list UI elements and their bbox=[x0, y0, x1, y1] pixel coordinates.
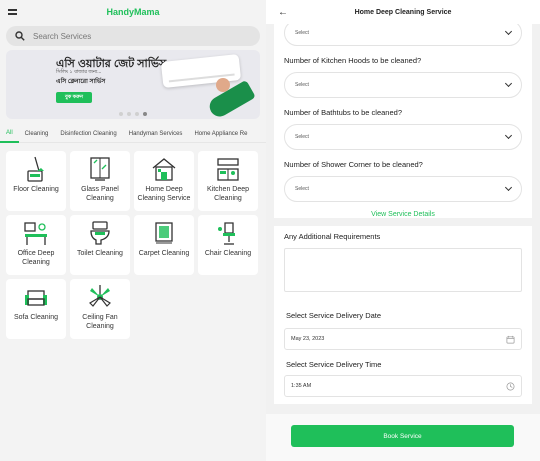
carousel-dot[interactable] bbox=[127, 112, 131, 116]
chevron-down-icon bbox=[504, 27, 513, 36]
delivery-time-field[interactable]: 1:35 AM bbox=[284, 375, 522, 397]
requirements-card: Any Additional Requirements Select Servi… bbox=[274, 226, 532, 404]
service-label: Floor Cleaning bbox=[13, 186, 59, 193]
house-icon bbox=[152, 158, 176, 181]
chevron-down-icon bbox=[504, 131, 513, 140]
delivery-time-label: Select Service Delivery Time bbox=[286, 360, 382, 369]
additional-requirements-label: Any Additional Requirements bbox=[284, 232, 381, 241]
service-label: Ceiling Fan Cleaning bbox=[82, 314, 118, 330]
question-label: Number of Bathtubs to be cleaned? bbox=[284, 108, 402, 117]
bottom-bar: Book Service bbox=[266, 414, 540, 461]
service-card-toilet-cleaning[interactable]: Toilet Cleaning bbox=[70, 215, 130, 275]
service-label: Chair Cleaning bbox=[204, 250, 252, 257]
service-card-kitchen-deep-cleaning[interactable]: Kitchen Deep Cleaning bbox=[198, 151, 258, 211]
view-service-details-link[interactable]: View Service Details bbox=[284, 211, 522, 218]
question-label: Number of Shower Corner to be cleaned? bbox=[284, 160, 423, 169]
delivery-date-field[interactable]: May 23, 2023 bbox=[284, 328, 522, 350]
search-icon bbox=[15, 31, 25, 41]
service-card-ceiling-fan-cleaning[interactable]: Ceiling Fan Cleaning bbox=[70, 279, 130, 339]
office-icon bbox=[24, 222, 47, 245]
banner-book-button[interactable]: বুক করুন bbox=[56, 92, 92, 103]
brand-logo: HandyMama bbox=[106, 7, 160, 17]
tab-handyman-services[interactable]: Handyman Services bbox=[123, 125, 189, 143]
question-select-dropdown[interactable]: Select bbox=[284, 176, 522, 202]
tab-cleaning[interactable]: Cleaning bbox=[19, 125, 55, 143]
carpet-icon bbox=[155, 222, 173, 244]
glass-panel-icon bbox=[90, 157, 110, 181]
service-grid: Floor Cleaning Glass Panel Cleaning Home… bbox=[0, 143, 266, 339]
search-placeholder: Search Services bbox=[33, 31, 92, 41]
carousel-dot[interactable] bbox=[143, 112, 147, 116]
calendar-icon bbox=[506, 335, 515, 343]
chevron-down-icon bbox=[504, 183, 513, 192]
service-label: Toilet Cleaning bbox=[77, 250, 123, 257]
sofa-icon bbox=[25, 290, 47, 306]
category-tabs: All Cleaning Disinfection Cleaning Handyman… bbox=[0, 125, 266, 143]
question-select-dropdown[interactable]: Select bbox=[284, 124, 522, 150]
tab-disinfection-cleaning[interactable]: Disinfection Cleaning bbox=[54, 125, 122, 143]
service-label: Sofa Cleaning bbox=[14, 314, 58, 321]
kitchen-icon bbox=[217, 158, 239, 181]
chair-icon bbox=[218, 222, 235, 245]
search-input[interactable]: Search Services bbox=[6, 26, 260, 46]
banner-tagline: এসি ক্লেনারো সার্ভিস bbox=[56, 79, 106, 85]
menu-icon[interactable] bbox=[8, 9, 17, 15]
delivery-date-value: May 23, 2023 bbox=[291, 336, 325, 342]
service-card-home-deep-cleaning-service[interactable]: Home Deep Cleaning Service bbox=[134, 151, 194, 211]
service-card-sofa-cleaning[interactable]: Sofa Cleaning bbox=[6, 279, 66, 339]
select-value: Select bbox=[295, 134, 309, 140]
question-select-dropdown[interactable]: Select bbox=[284, 72, 522, 98]
service-card-glass-panel-cleaning[interactable]: Glass Panel Cleaning bbox=[70, 151, 130, 211]
service-label: Kitchen Deep Cleaning bbox=[206, 186, 250, 202]
service-card-floor-cleaning[interactable]: Floor Cleaning bbox=[6, 151, 66, 211]
carousel-dot[interactable] bbox=[135, 112, 139, 116]
cleaner-hand-image bbox=[216, 78, 230, 92]
select-value: Select bbox=[295, 30, 309, 36]
promo-banner[interactable]: এসি ওয়াটার জেট সার্ভিস সিলিং ১ বাজার জন… bbox=[6, 50, 260, 119]
additional-requirements-textarea[interactable] bbox=[284, 248, 522, 292]
ceiling-fan-icon bbox=[89, 285, 111, 307]
delivery-time-value: 1:35 AM bbox=[291, 383, 312, 389]
services-screen: HandyMama Search Services এসি ওয়াটার জে… bbox=[0, 0, 266, 461]
tab-all[interactable]: All bbox=[0, 125, 19, 143]
service-options-card: Select Number of Kitchen Hoods to be cle… bbox=[274, 20, 532, 218]
tab-home-appliance-re[interactable]: Home Appliance Re bbox=[188, 125, 253, 143]
chevron-down-icon bbox=[504, 79, 513, 88]
service-booking-screen: ← Home Deep Cleaning Service Select Numb… bbox=[266, 0, 540, 461]
booking-header: ← Home Deep Cleaning Service bbox=[266, 0, 540, 24]
book-service-button[interactable]: Book Service bbox=[291, 425, 514, 447]
toilet-icon bbox=[90, 221, 110, 245]
question-label: Number of Kitchen Hoods to be cleaned? bbox=[284, 56, 422, 65]
select-value: Select bbox=[295, 82, 309, 88]
delivery-date-label: Select Service Delivery Date bbox=[286, 311, 382, 320]
service-card-chair-cleaning[interactable]: Chair Cleaning bbox=[198, 215, 258, 275]
page-title: Home Deep Cleaning Service bbox=[354, 8, 452, 16]
service-label: Office Deep Cleaning bbox=[17, 250, 55, 266]
mop-bucket-icon bbox=[27, 156, 44, 182]
service-card-office-deep-cleaning[interactable]: Office Deep Cleaning bbox=[6, 215, 66, 275]
select-value: Select bbox=[295, 186, 309, 192]
top-bar: HandyMama bbox=[0, 0, 266, 24]
carousel-dots bbox=[6, 112, 260, 116]
service-card-carpet-cleaning[interactable]: Carpet Cleaning bbox=[134, 215, 194, 275]
carousel-dot[interactable] bbox=[119, 112, 123, 116]
service-label: Home Deep Cleaning Service bbox=[137, 186, 191, 202]
clock-icon bbox=[506, 382, 515, 390]
service-label: Carpet Cleaning bbox=[138, 250, 190, 257]
service-label: Glass Panel Cleaning bbox=[81, 186, 119, 202]
back-arrow-icon[interactable]: ← bbox=[278, 7, 288, 18]
